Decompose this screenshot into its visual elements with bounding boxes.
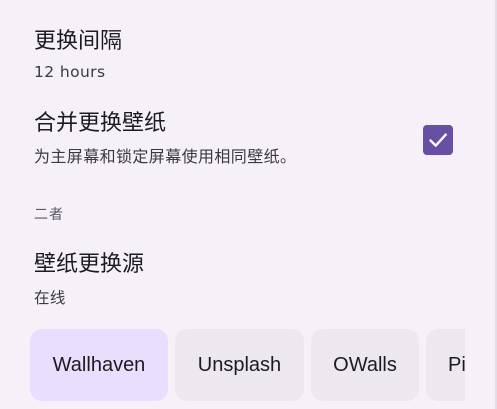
chip-unsplash[interactable]: Unsplash [175,329,304,401]
chip-pi[interactable]: Pi [426,329,465,401]
source-chip-row[interactable]: Wallhaven Unsplash OWalls Pi [30,329,465,403]
chip-wallhaven[interactable]: Wallhaven [30,329,168,401]
wallpaper-source-title: 壁纸更换源 [34,252,145,277]
category-header: 二者 [34,207,64,223]
wallpaper-source-value: 在线 [34,289,66,307]
same-wallpaper-checkbox[interactable] [423,125,453,155]
check-icon [429,133,447,147]
chip-owalls[interactable]: OWalls [311,329,419,401]
change-interval-title: 更换间隔 [34,29,123,54]
change-interval-setting[interactable]: 更换间隔 12 hours [34,28,497,83]
wallpaper-source-setting[interactable]: 壁纸更换源 在线 [34,251,497,309]
change-interval-value: 12 hours [34,63,106,81]
settings-screen: 更换间隔 12 hours 合并更换壁纸 为主屏幕和锁定屏幕使用相同壁纸。 二者… [0,0,497,409]
